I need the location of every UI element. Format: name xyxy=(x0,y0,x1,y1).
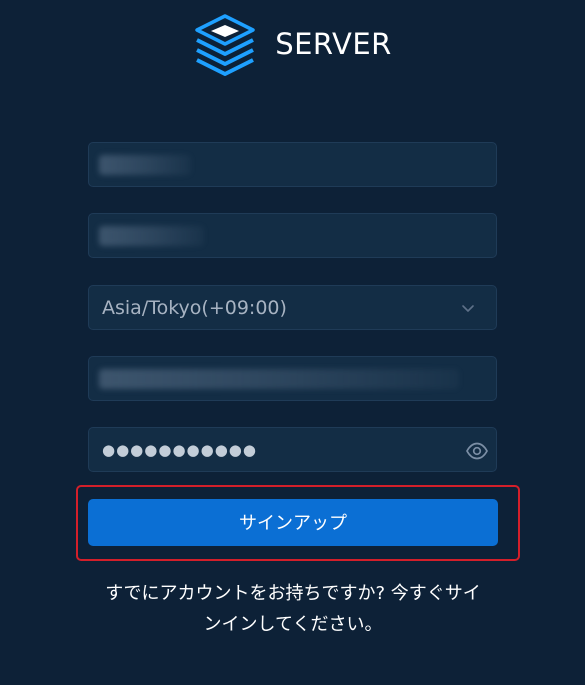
stacked-layers-icon xyxy=(195,14,255,76)
redacted-value xyxy=(99,155,191,175)
password-value: ●●●●●●●●●●● xyxy=(102,441,257,459)
signup-button[interactable]: サインアップ xyxy=(88,499,498,546)
redacted-value xyxy=(99,226,204,246)
eye-icon[interactable] xyxy=(465,439,489,463)
email-field[interactable] xyxy=(88,213,497,258)
redacted-value xyxy=(99,369,459,389)
server-url-field[interactable] xyxy=(88,356,497,401)
chevron-down-icon xyxy=(462,305,474,312)
timezone-value: Asia/Tokyo(+09:00) xyxy=(102,297,287,319)
username-field[interactable] xyxy=(88,142,497,187)
signin-prompt[interactable]: すでにアカウントをお持ちですか? 今すぐサイ ンインしてください。 xyxy=(88,578,498,640)
signin-prompt-line2: ンインしてください。 xyxy=(203,614,383,635)
header: SERVER xyxy=(0,12,585,76)
brand-name: SERVER xyxy=(275,27,392,61)
timezone-select[interactable]: Asia/Tokyo(+09:00) xyxy=(88,285,497,330)
password-field[interactable]: ●●●●●●●●●●● xyxy=(88,427,497,472)
signin-prompt-line1: すでにアカウントをお持ちですか? 今すぐサイ xyxy=(105,583,481,604)
